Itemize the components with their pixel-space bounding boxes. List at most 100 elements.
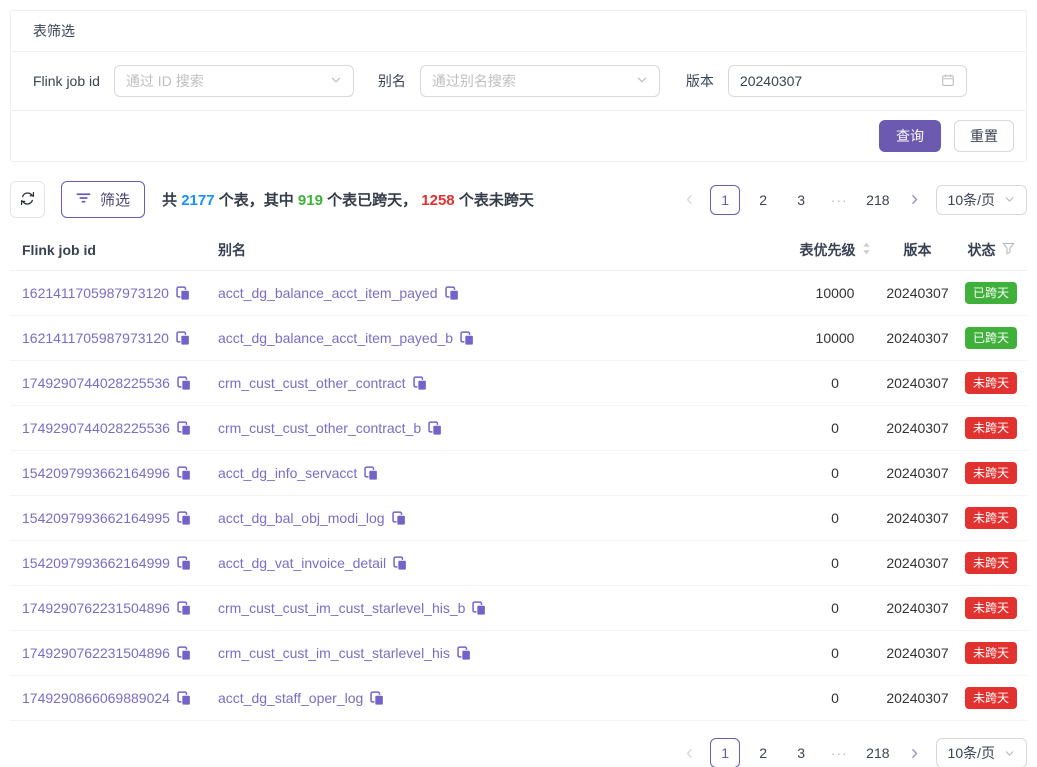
copy-icon[interactable] (177, 376, 191, 391)
copy-icon[interactable] (177, 511, 191, 526)
cell-flink-job-id: 1749290866069889024 (22, 690, 218, 706)
cell-alias: crm_cust_cust_im_cust_starlevel_his_b (218, 600, 790, 616)
table-row: 1749290866069889024 acct_dg_staff_oper_l… (10, 676, 1027, 721)
alias-link[interactable]: acct_dg_balance_acct_item_payed_b (218, 330, 453, 346)
version-date-input[interactable]: 20240307 (728, 65, 967, 97)
copy-icon[interactable] (370, 691, 384, 706)
page-number-1[interactable]: 1 (710, 738, 740, 767)
flink-job-id-link[interactable]: 1749290744028225536 (22, 375, 170, 391)
cell-version: 20240307 (880, 375, 955, 391)
summary-mid1: 个表，其中 (215, 192, 298, 209)
flink-job-id-link[interactable]: 1542097993662164996 (22, 465, 170, 481)
refresh-icon (20, 191, 35, 209)
flink-job-id-label: Flink job id (33, 73, 100, 89)
alias-link[interactable]: acct_dg_vat_invoice_detail (218, 555, 386, 571)
alias-label: 别名 (378, 71, 406, 91)
flink-job-id-link[interactable]: 1749290744028225536 (22, 420, 170, 436)
page-size-select[interactable]: 10条/页 (936, 185, 1027, 215)
table-summary: 共 2177 个表，其中 919 个表已跨天， 1258 个表未跨天 (162, 189, 534, 210)
copy-icon[interactable] (460, 331, 474, 346)
alias-link[interactable]: acct_dg_info_servacct (218, 465, 357, 481)
calendar-icon (941, 73, 955, 90)
copy-icon[interactable] (177, 421, 191, 436)
cell-flink-job-id: 1621411705987973120 (22, 330, 218, 346)
cell-priority: 0 (790, 375, 880, 391)
status-badge: 未跨天 (965, 687, 1017, 709)
table-row: 1749290744028225536 crm_cust_cust_other_… (10, 406, 1027, 451)
page: 表筛选 Flink job id 通过 ID 搜索 别名 通过别名搜索 (0, 0, 1037, 767)
prev-page-button[interactable] (676, 185, 702, 215)
alias-select[interactable]: 通过别名搜索 (420, 65, 660, 97)
copy-icon[interactable] (445, 286, 459, 301)
pagination-top-mount: 123···218 10条/页 (676, 185, 1027, 215)
cell-flink-job-id: 1542097993662164999 (22, 555, 218, 571)
version-label: 版本 (686, 71, 714, 91)
prev-page-button[interactable] (676, 738, 702, 767)
page-numbers: 123 ··· 218 (710, 738, 893, 767)
cell-version: 20240307 (880, 555, 955, 571)
alias-link[interactable]: crm_cust_cust_im_cust_starlevel_his (218, 645, 450, 661)
flink-job-id-link[interactable]: 1542097993662164999 (22, 555, 170, 571)
table-body: 1621411705987973120 acct_dg_balance_acct… (10, 271, 1027, 721)
status-badge: 已跨天 (965, 327, 1017, 349)
flink-job-id-link[interactable]: 1621411705987973120 (22, 330, 169, 346)
next-page-button[interactable] (902, 738, 928, 767)
query-button[interactable]: 查询 (879, 120, 941, 152)
copy-icon[interactable] (177, 601, 191, 616)
alias-link[interactable]: acct_dg_staff_oper_log (218, 690, 363, 706)
flink-job-id-link[interactable]: 1749290762231504896 (22, 600, 170, 616)
cell-version: 20240307 (880, 600, 955, 616)
column-header-priority[interactable]: 表优先级 (790, 240, 880, 260)
next-page-button[interactable] (902, 185, 928, 215)
alias-link[interactable]: acct_dg_balance_acct_item_payed (218, 285, 438, 301)
table-row: 1749290762231504896 crm_cust_cust_im_cus… (10, 631, 1027, 676)
page-number-2[interactable]: 2 (748, 185, 778, 215)
flink-job-id-select[interactable]: 通过 ID 搜索 (114, 65, 354, 97)
flink-job-id-link[interactable]: 1749290762231504896 (22, 645, 170, 661)
cell-alias: acct_dg_balance_acct_item_payed (218, 285, 790, 301)
copy-icon[interactable] (177, 691, 191, 706)
page-size-value: 10条/页 (948, 190, 995, 210)
copy-icon[interactable] (428, 421, 442, 436)
cell-version: 20240307 (880, 690, 955, 706)
sort-icon[interactable] (862, 242, 871, 258)
alias-link[interactable]: crm_cust_cust_other_contract_b (218, 420, 421, 436)
priority-header-label: 表优先级 (800, 240, 856, 260)
page-number-1[interactable]: 1 (710, 185, 740, 215)
table-row: 1621411705987973120 acct_dg_balance_acct… (10, 316, 1027, 361)
refresh-button[interactable] (10, 181, 45, 218)
alias-link[interactable]: crm_cust_cust_other_contract (218, 375, 406, 391)
flink-job-id-link[interactable]: 1621411705987973120 (22, 285, 169, 301)
page-number-2[interactable]: 2 (748, 738, 778, 767)
copy-icon[interactable] (176, 331, 190, 346)
copy-icon[interactable] (176, 286, 190, 301)
copy-icon[interactable] (393, 556, 407, 571)
page-ellipsis: ··· (824, 738, 854, 767)
reset-button[interactable]: 重置 (954, 120, 1014, 152)
summary-total-count: 2177 (181, 192, 214, 209)
table-row: 1542097993662164995 acct_dg_bal_obj_modi… (10, 496, 1027, 541)
status-badge: 未跨天 (965, 462, 1017, 484)
filter-funnel-icon[interactable] (1002, 242, 1015, 258)
copy-icon[interactable] (177, 646, 191, 661)
filter-toggle-button[interactable]: 筛选 (61, 181, 145, 218)
page-number-3[interactable]: 3 (786, 738, 816, 767)
page-number-218[interactable]: 218 (862, 185, 893, 215)
page-size-select[interactable]: 10条/页 (936, 738, 1027, 767)
flink-job-id-link[interactable]: 1749290866069889024 (22, 690, 170, 706)
filter-panel: 表筛选 Flink job id 通过 ID 搜索 别名 通过别名搜索 (10, 10, 1027, 162)
copy-icon[interactable] (457, 646, 471, 661)
copy-icon[interactable] (392, 511, 406, 526)
copy-icon[interactable] (177, 556, 191, 571)
alias-link[interactable]: acct_dg_bal_obj_modi_log (218, 510, 385, 526)
copy-icon[interactable] (364, 466, 378, 481)
cell-priority: 0 (790, 600, 880, 616)
copy-icon[interactable] (177, 466, 191, 481)
alias-link[interactable]: crm_cust_cust_im_cust_starlevel_his_b (218, 600, 465, 616)
cell-status: 未跨天 (955, 687, 1027, 709)
copy-icon[interactable] (472, 601, 486, 616)
page-number-218[interactable]: 218 (862, 738, 893, 767)
copy-icon[interactable] (413, 376, 427, 391)
flink-job-id-link[interactable]: 1542097993662164995 (22, 510, 170, 526)
page-number-3[interactable]: 3 (786, 185, 816, 215)
